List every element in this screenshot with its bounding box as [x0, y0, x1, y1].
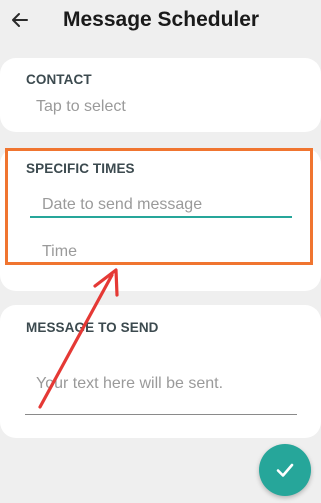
date-input-underline	[30, 216, 292, 218]
app-bar: Message Scheduler	[0, 0, 321, 44]
page-title: Message Scheduler	[63, 8, 260, 31]
contact-label: CONTACT	[26, 72, 92, 87]
message-input-underline	[25, 414, 297, 415]
date-input[interactable]	[42, 195, 287, 215]
specific-times-label: SPECIFIC TIMES	[26, 161, 135, 176]
back-button[interactable]	[4, 4, 36, 36]
contact-value: Tap to select	[36, 98, 126, 115]
message-input[interactable]	[36, 374, 286, 394]
confirm-button[interactable]	[259, 444, 311, 496]
contact-card	[0, 58, 321, 132]
arrow-left-icon	[12, 13, 28, 27]
contact-selector[interactable]: Tap to select	[26, 96, 226, 120]
time-input[interactable]	[42, 242, 287, 262]
checkmark-icon	[276, 463, 294, 477]
message-label: MESSAGE TO SEND	[26, 320, 159, 335]
